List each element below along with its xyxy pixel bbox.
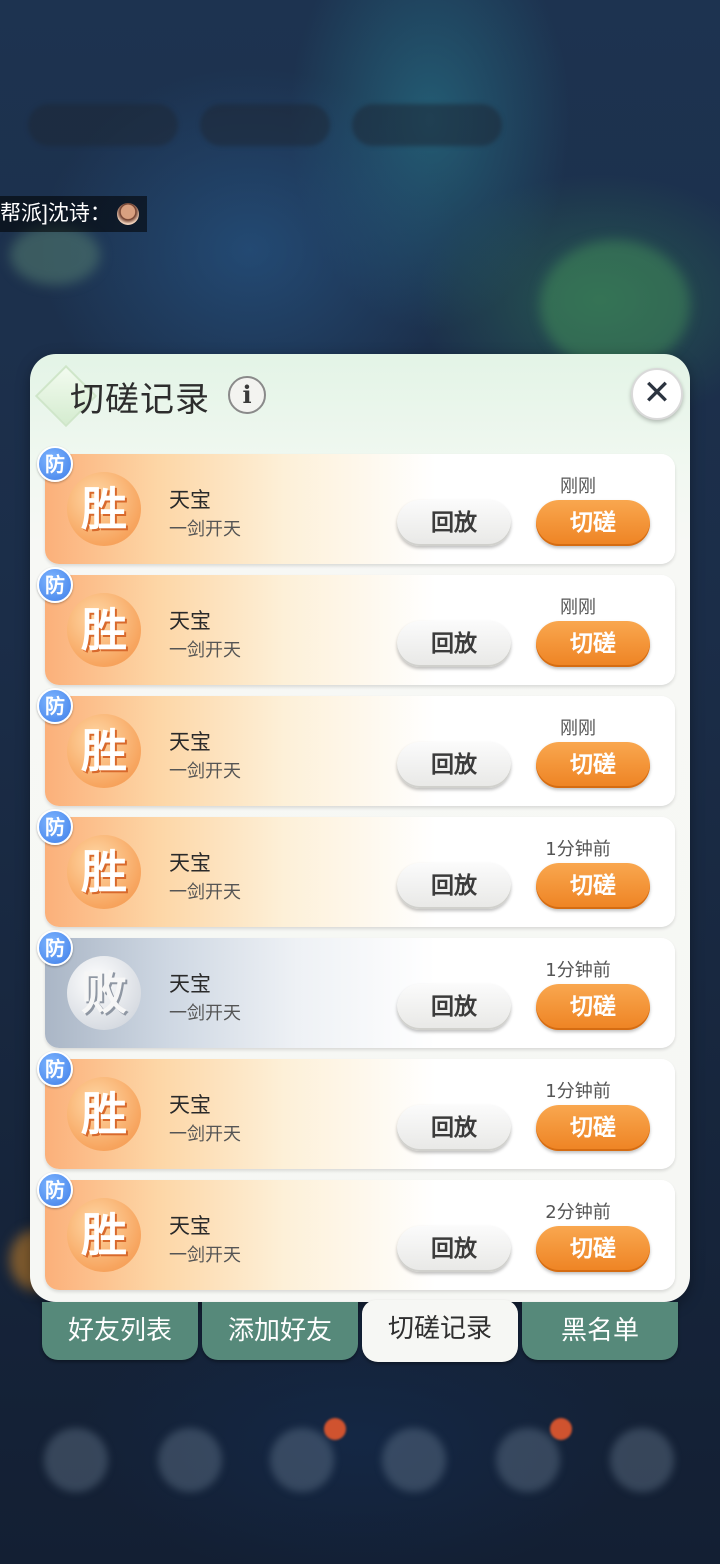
defense-badge: 防 [37,1051,73,1087]
record-row: 胜防天宝一剑开天 刚刚回放 切磋 [37,688,675,806]
opponent-subtitle: 一剑开天 [169,1245,241,1266]
defense-badge: 防 [37,688,73,724]
top-stat-blurred [28,104,178,146]
result-badge: 胜 [67,1077,141,1151]
record-row: 胜防天宝一剑开天 刚刚回放 切磋 [37,567,675,685]
chat-text: 帮派]沈诗： [0,202,111,225]
defense-badge: 防 [37,1172,73,1208]
record-row: 败防天宝一剑开天 1分钟前回放 切磋 [37,930,675,1048]
opponent-name: 天宝 [169,972,211,996]
result-badge: 败 [67,956,141,1030]
result-badge: 胜 [67,472,141,546]
notification-badge [550,1418,572,1440]
emoji-icon [116,203,139,226]
opponent-name: 天宝 [169,609,211,633]
result-badge: 胜 [67,835,141,909]
tab-add-friend[interactable]: 添加好友 [202,1302,358,1360]
record-row: 胜防天宝一剑开天 1分钟前回放 切磋 [37,1051,675,1169]
replay-button[interactable]: 回放 [397,500,511,546]
replay-button[interactable]: 回放 [397,1105,511,1151]
blurred-minimap [540,240,690,370]
record-time: 2分钟前 [545,1202,611,1223]
notification-badge [324,1418,346,1440]
friend-tabs: 好友列表 添加好友 切磋记录 黑名单 [42,1300,682,1362]
top-stat-blurred [200,104,330,146]
spar-button[interactable]: 切磋 [536,984,650,1030]
info-icon[interactable]: i [228,376,266,414]
record-row: 胜防天宝一剑开天 1分钟前回放 切磋 [37,809,675,927]
opponent-name: 天宝 [169,730,211,754]
dock-icon-blurred [158,1428,222,1492]
tab-blacklist[interactable]: 黑名单 [522,1302,678,1360]
dock-icon-blurred [496,1428,560,1492]
opponent-subtitle: 一剑开天 [169,640,241,661]
opponent-subtitle: 一剑开天 [169,1003,241,1024]
opponent-subtitle: 一剑开天 [169,761,241,782]
defense-badge: 防 [37,567,73,603]
opponent-subtitle: 一剑开天 [169,519,241,540]
dock-icon-blurred [610,1428,674,1492]
defense-badge: 防 [37,930,73,966]
record-time: 1分钟前 [545,960,611,981]
replay-button[interactable]: 回放 [397,863,511,909]
dock-icon-blurred [270,1428,334,1492]
opponent-subtitle: 一剑开天 [169,882,241,903]
opponent-subtitle: 一剑开天 [169,1124,241,1145]
record-time: 刚刚 [560,718,596,739]
spar-button[interactable]: 切磋 [536,500,650,546]
dock-icon-blurred [44,1428,108,1492]
spar-button[interactable]: 切磋 [536,1226,650,1272]
record-time: 1分钟前 [545,1081,611,1102]
record-time: 刚刚 [560,597,596,618]
spar-button[interactable]: 切磋 [536,863,650,909]
blurred-avatar [10,225,100,285]
tab-friend-list[interactable]: 好友列表 [42,1302,198,1360]
opponent-name: 天宝 [169,1093,211,1117]
spar-button[interactable]: 切磋 [536,1105,650,1151]
top-stat-blurred [352,104,502,146]
dialog-header: 切磋记录 i ✕ [30,354,690,450]
record-row: 胜防天宝一剑开天 刚刚回放 切磋 [37,446,675,564]
dialog-title: 切磋记录 [70,380,210,420]
result-badge: 胜 [67,714,141,788]
close-icon[interactable]: ✕ [631,368,683,420]
result-badge: 胜 [67,1198,141,1272]
opponent-name: 天宝 [169,1214,211,1238]
spar-record-dialog: 切磋记录 i ✕ 胜防天宝 一剑开天 刚刚 回放 切磋胜防天宝 一剑开天 刚刚 回放 切磋胜防天… [30,354,690,1302]
record-time: 1分钟前 [545,839,611,860]
dock-icon-blurred [382,1428,446,1492]
defense-badge: 防 [37,446,73,482]
chat-message: 帮派]沈诗： [0,196,147,232]
defense-badge: 防 [37,809,73,845]
replay-button[interactable]: 回放 [397,1226,511,1272]
record-time: 刚刚 [560,476,596,497]
replay-button[interactable]: 回放 [397,984,511,1030]
spar-button[interactable]: 切磋 [536,742,650,788]
replay-button[interactable]: 回放 [397,621,511,667]
result-badge: 胜 [67,593,141,667]
spar-button[interactable]: 切磋 [536,621,650,667]
replay-button[interactable]: 回放 [397,742,511,788]
opponent-name: 天宝 [169,488,211,512]
tab-spar-record[interactable]: 切磋记录 [362,1300,518,1362]
record-row: 胜防天宝一剑开天 2分钟前回放 切磋 [37,1172,675,1290]
opponent-name: 天宝 [169,851,211,875]
